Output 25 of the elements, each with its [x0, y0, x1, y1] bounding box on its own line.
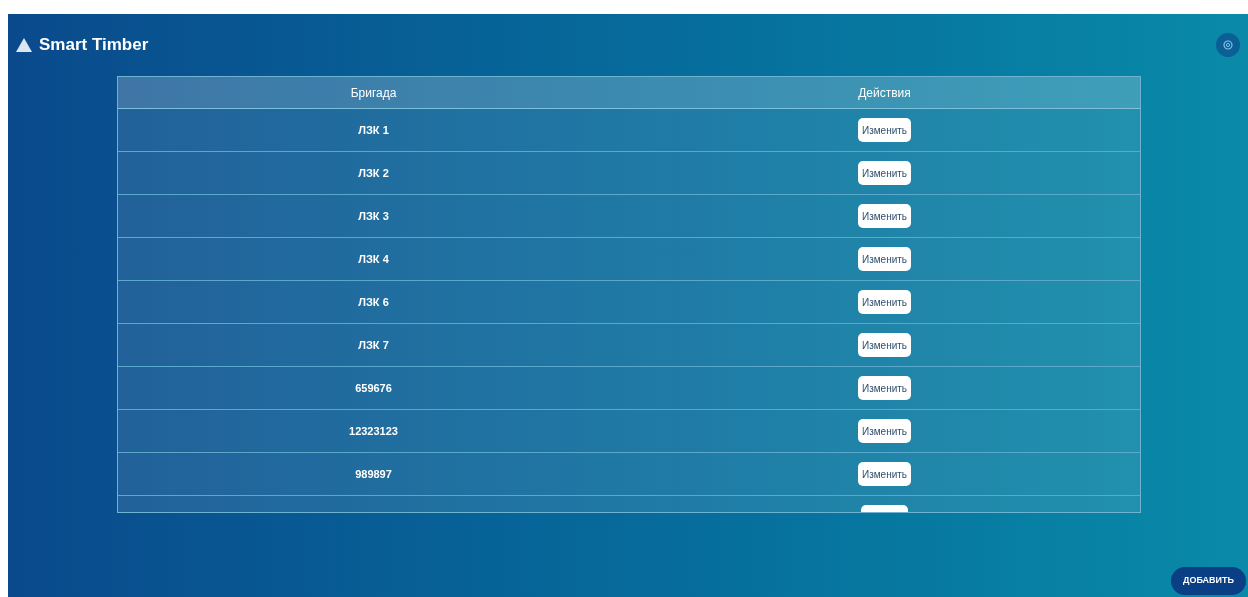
edit-button[interactable]: Изменить	[857, 118, 912, 142]
edit-button[interactable]: Изменить	[857, 462, 912, 486]
table-cell-text: ЛЗК 3	[358, 208, 389, 224]
triangle-logo-icon	[16, 38, 32, 52]
settings-icon	[1223, 40, 1233, 50]
table-cell-text: 659676	[355, 380, 392, 396]
edit-button[interactable]: Изменить	[857, 419, 912, 443]
edit-button[interactable]: Изменить	[857, 204, 912, 228]
table-cell-text: ЛЗК 6	[358, 294, 389, 310]
column-header: Бригада	[350, 84, 397, 102]
edit-button[interactable]: Изменить	[857, 333, 912, 357]
table-cell-text: ЛЗК 7	[358, 337, 389, 353]
table-cell-text: ЛЗК 4	[358, 251, 389, 267]
edit-button[interactable]: Изменить	[857, 161, 912, 185]
table-cell-text: 12323123	[349, 423, 398, 439]
table-cell-text: 989897	[355, 466, 392, 482]
edit-button[interactable]: Изменить	[857, 376, 912, 400]
app-title: Smart Timber	[39, 34, 149, 57]
column-header: Действия	[858, 84, 911, 102]
table-cell-text: ЛЗК 1	[358, 122, 389, 138]
settings-button[interactable]	[1216, 33, 1240, 57]
edit-button[interactable]: Изменить	[857, 247, 912, 271]
table-cell-text: ЛЗК 2	[358, 165, 389, 181]
edit-button[interactable]: Изменить	[857, 290, 912, 314]
add-button[interactable]: ДОБАВИТЬ	[1171, 567, 1246, 595]
